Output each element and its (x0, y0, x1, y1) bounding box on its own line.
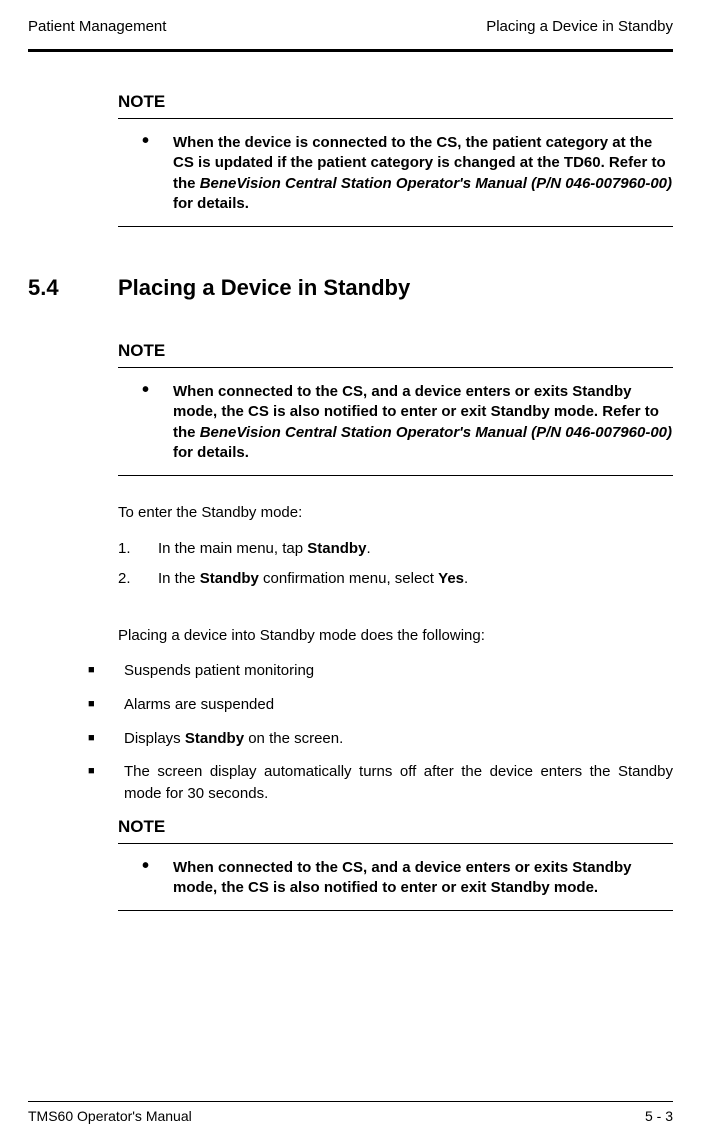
list-item: ■ Alarms are suspended (88, 694, 673, 716)
header-right: Placing a Device in Standby (486, 18, 673, 35)
steps-list: 1. In the main menu, tap Standby. 2. In … (118, 537, 673, 591)
square-bullet-icon: ■ (88, 761, 98, 805)
step-number: 1. (118, 537, 136, 561)
note-text-b: for details. (173, 195, 249, 212)
step-text: In the main menu, tap Standby. (158, 537, 371, 561)
note-body: • When the device is connected to the CS… (118, 133, 673, 214)
note-rule-top (118, 843, 673, 844)
square-bullet-icon: ■ (88, 728, 98, 750)
header-rule (28, 49, 673, 52)
note-rule-bottom (118, 226, 673, 227)
step-text: In the Standby confirmation menu, select… (158, 567, 468, 591)
list-item: ■ Displays Standby on the screen. (88, 728, 673, 750)
bullet-icon: • (142, 382, 149, 463)
footer-left: TMS60 Operator's Manual (28, 1108, 192, 1124)
note-body: • When connected to the CS, and a device… (118, 858, 673, 899)
footer-row: TMS60 Operator's Manual 5 - 3 (28, 1108, 673, 1124)
intro2-para: Placing a device into Standby mode does … (118, 625, 673, 646)
note-text: When connected to the CS, and a device e… (173, 382, 673, 463)
list-item: 2. In the Standby confirmation menu, sel… (118, 567, 673, 591)
section-number: 5.4 (28, 275, 118, 301)
footer-right: 5 - 3 (645, 1108, 673, 1124)
note-label: NOTE (118, 92, 673, 112)
note-text-ital: BeneVision Central Station Operator's Ma… (200, 424, 672, 441)
bullet-list: ■ Suspends patient monitoring ■ Alarms a… (88, 660, 673, 805)
header-left: Patient Management (28, 18, 166, 35)
page-content: NOTE • When the device is connected to t… (28, 92, 673, 911)
list-item: ■ Suspends patient monitoring (88, 660, 673, 682)
note-rule-top (118, 367, 673, 368)
square-bullet-icon: ■ (88, 694, 98, 716)
square-bullet-icon: ■ (88, 660, 98, 682)
intro-para: To enter the Standby mode: (118, 502, 673, 523)
note-text: When the device is connected to the CS, … (173, 133, 673, 214)
note-text-b: for details. (173, 444, 249, 461)
page-header: Patient Management Placing a Device in S… (28, 18, 673, 35)
bullet-icon: • (142, 133, 149, 214)
bullet-icon: • (142, 858, 149, 899)
bullet-text: Displays Standby on the screen. (124, 728, 343, 750)
note-rule-bottom (118, 475, 673, 476)
section-title: Placing a Device in Standby (118, 275, 410, 301)
note-label: NOTE (118, 341, 673, 361)
list-item: 1. In the main menu, tap Standby. (118, 537, 673, 561)
note-rule-top (118, 118, 673, 119)
note-text-ital: BeneVision Central Station Operator's Ma… (200, 175, 672, 192)
note-rule-bottom (118, 910, 673, 911)
list-item: ■ The screen display automatically turns… (88, 761, 673, 805)
bullet-text: The screen display automatically turns o… (124, 761, 673, 805)
bullet-text: Suspends patient monitoring (124, 660, 314, 682)
footer-rule (28, 1101, 673, 1102)
note-text: When connected to the CS, and a device e… (173, 858, 673, 899)
note-label: NOTE (118, 817, 673, 837)
section-heading: 5.4 Placing a Device in Standby (118, 275, 673, 301)
bullet-text: Alarms are suspended (124, 694, 274, 716)
step-number: 2. (118, 567, 136, 591)
note-body: • When connected to the CS, and a device… (118, 382, 673, 463)
page-footer: TMS60 Operator's Manual 5 - 3 (28, 1101, 673, 1124)
